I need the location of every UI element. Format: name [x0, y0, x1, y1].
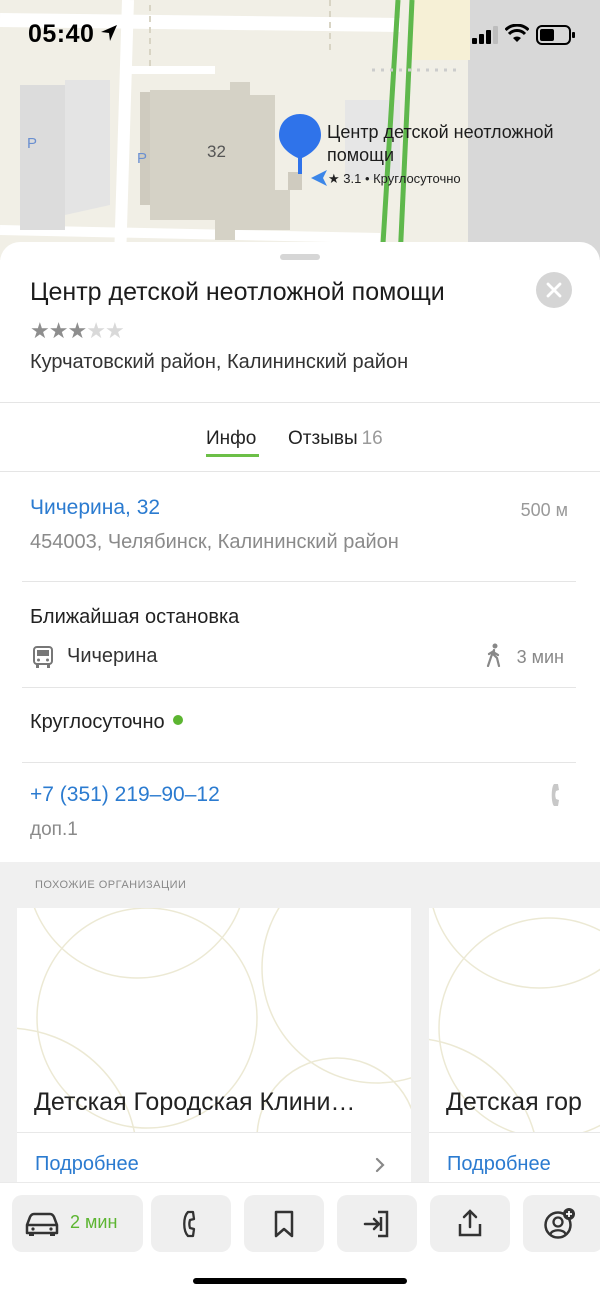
walk-time: 3 мин [516, 647, 564, 667]
building-number-label: 32 [207, 142, 226, 161]
star-empty-icon: ★ [104, 318, 125, 343]
bookmark-button[interactable] [244, 1195, 324, 1252]
active-tab-indicator [206, 454, 259, 457]
phone-extension: доп.1 [30, 819, 78, 840]
tab-info[interactable]: Инфо [206, 428, 256, 450]
close-icon [546, 282, 562, 298]
divider [22, 581, 576, 582]
card-divider [17, 1132, 411, 1133]
location-arrow-icon [101, 25, 117, 41]
direction-arrow-icon [311, 170, 327, 186]
home-indicator[interactable] [193, 1278, 407, 1284]
add-contact-button[interactable] [523, 1195, 600, 1252]
entrance-icon [363, 1210, 389, 1238]
details-link[interactable]: Подробнее [35, 1153, 139, 1176]
similar-card[interactable]: Детская гор Подробнее [429, 908, 600, 1208]
organization-title: Центр детской неотложной помощи [30, 278, 445, 306]
opening-hours-label: Круглосуточно [30, 711, 165, 733]
bus-icon [33, 646, 53, 668]
share-button[interactable] [430, 1195, 510, 1252]
tab-reviews[interactable]: Отзывы 16 [288, 428, 383, 450]
tab-reviews-label: Отзывы [288, 428, 358, 449]
phone-icon[interactable] [548, 782, 564, 808]
nearest-stop-title: Ближайшая остановка [30, 606, 240, 628]
divider [22, 687, 576, 688]
star-filled-icon: ★ [48, 318, 69, 343]
address-full: 454003, Челябинск, Калининский район [30, 531, 399, 553]
place-card-sheet: Центр детской неотложной помощи ★★★★★ Ку… [0, 242, 600, 1297]
star-empty-icon: ★ [86, 318, 106, 343]
address-link[interactable]: Чичерина, 32 [30, 496, 160, 520]
divider [0, 471, 600, 472]
similar-card-name: Детская гор [446, 1088, 582, 1116]
opening-hours: Круглосуточно [30, 711, 183, 734]
location-pin-icon[interactable] [277, 112, 323, 176]
reviews-count: 16 [361, 428, 383, 449]
chevron-right-icon [375, 1157, 385, 1173]
similar-card-name: Детская Городская Клини… [34, 1088, 356, 1116]
parking-label: P [137, 150, 147, 167]
status-bar: 05:40 [0, 0, 600, 70]
divider [22, 762, 576, 763]
card-divider [429, 1132, 600, 1133]
cellular-signal-icon [472, 26, 498, 44]
battery-icon [536, 25, 575, 45]
route-entrance-button[interactable] [337, 1195, 417, 1252]
star-filled-icon: ★ [30, 318, 50, 343]
similar-header: ПОХОЖИЕ ОРГАНИЗАЦИИ [35, 879, 187, 891]
details-link[interactable]: Подробнее [447, 1153, 551, 1176]
add-contact-icon [544, 1208, 575, 1239]
map-pin-title[interactable]: Центр детской неотложной помощи [327, 121, 600, 167]
status-time: 05:40 [28, 20, 95, 48]
phone-link[interactable]: +7 (351) 219‒90‒12 [30, 783, 220, 807]
walking-icon [486, 643, 501, 667]
star-filled-icon: ★ [67, 318, 87, 343]
phone-icon [183, 1210, 196, 1238]
tab-bar: Инфо Отзывы 16 [0, 402, 600, 472]
car-time-label: 2 мин [70, 1212, 118, 1232]
bookmark-icon [274, 1210, 294, 1238]
similar-card[interactable]: Детская Городская Клини… Подробнее [17, 908, 411, 1208]
car-icon [25, 1212, 59, 1236]
action-bar: 2 мин [0, 1182, 600, 1297]
stop-name[interactable]: Чичерина [67, 645, 158, 668]
call-button[interactable] [151, 1195, 231, 1252]
rating-stars: ★★★★★ [30, 318, 125, 344]
district-text: Курчатовский район, Калининский район [30, 351, 409, 373]
parking-label: P [27, 135, 37, 152]
close-button[interactable] [536, 272, 572, 308]
sheet-grabber[interactable] [280, 254, 320, 260]
route-by-car-button[interactable]: 2 мин [12, 1195, 143, 1252]
share-icon [458, 1209, 482, 1237]
map-pin-subtitle: ★ 3.1 • Круглосуточно [328, 171, 461, 186]
wifi-icon [505, 24, 529, 42]
open-status-dot [172, 715, 183, 725]
address-distance: 500 м [520, 500, 568, 520]
